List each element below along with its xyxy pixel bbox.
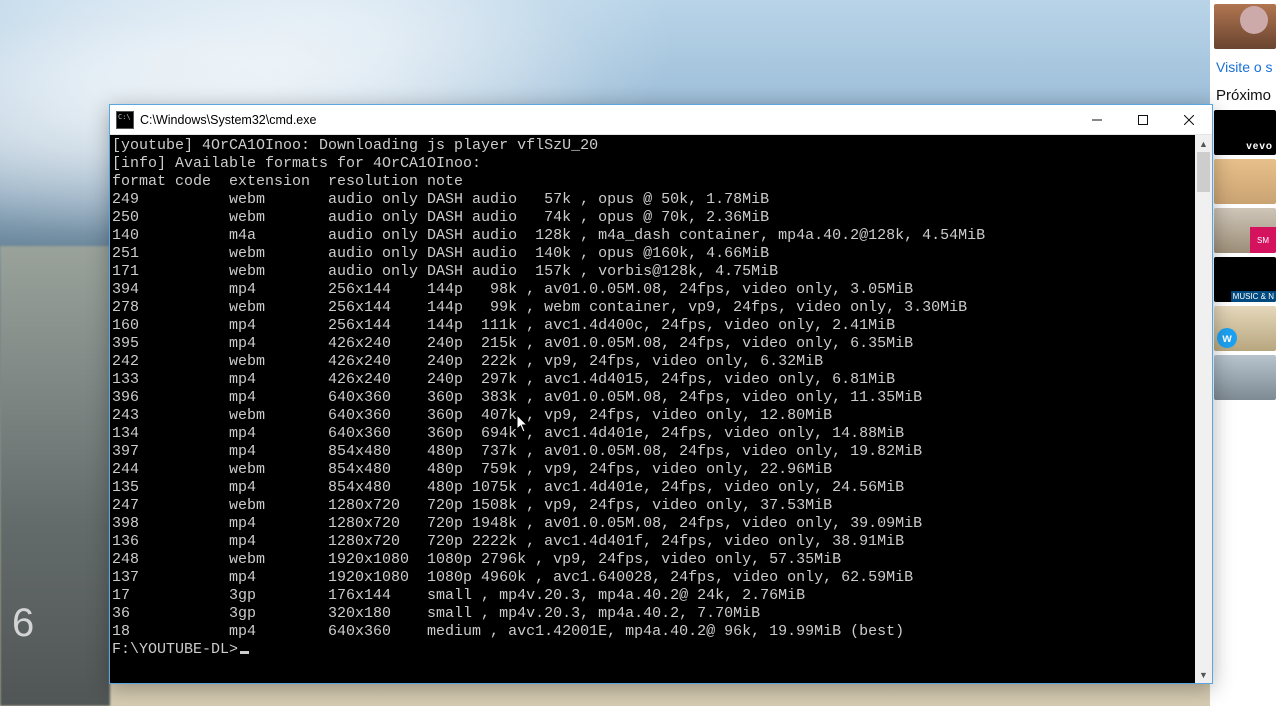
thumbnail[interactable] — [1214, 4, 1276, 49]
terminal-line: 244 webm 854x480 480p 759k , vp9, 24fps,… — [112, 461, 1195, 479]
minimize-icon — [1092, 115, 1102, 125]
terminal-line: format code extension resolution note — [112, 173, 1195, 191]
scroll-up-button[interactable]: ▲ — [1195, 135, 1212, 152]
terminal-line: [youtube] 4OrCA1OInoo: Downloading js pl… — [112, 137, 1195, 155]
smtown-badge: SM — [1250, 227, 1276, 253]
scroll-track[interactable] — [1195, 152, 1212, 666]
thumbnail[interactable] — [1214, 355, 1276, 400]
terminal-line: 278 webm 256x144 144p 99k , webm contain… — [112, 299, 1195, 317]
cursor-caret — [240, 651, 249, 654]
terminal-line: 397 mp4 854x480 480p 737k , av01.0.05M.0… — [112, 443, 1195, 461]
terminal-line: 251 webm audio only DASH audio 140k , op… — [112, 245, 1195, 263]
terminal-line: 136 mp4 1280x720 720p 2222k , avc1.4d401… — [112, 533, 1195, 551]
terminal-line: 160 mp4 256x144 144p 111k , avc1.4d400c,… — [112, 317, 1195, 335]
maximize-button[interactable] — [1120, 105, 1166, 134]
terminal-line: 396 mp4 640x360 360p 383k , av01.0.05M.0… — [112, 389, 1195, 407]
sidebar-recommendations: Visite o s Próximo vevo SM MUSIC & N w — [1210, 0, 1280, 706]
terminal-line: 36 3gp 320x180 small , mp4v.20.3, mp4a.4… — [112, 605, 1195, 623]
terminal-output[interactable]: [youtube] 4OrCA1OInoo: Downloading js pl… — [110, 135, 1195, 683]
terminal-line: [info] Available formats for 4OrCA1OInoo… — [112, 155, 1195, 173]
w-badge-icon: w — [1217, 328, 1237, 348]
terminal-line: 248 webm 1920x1080 1080p 2796k , vp9, 24… — [112, 551, 1195, 569]
scrollbar[interactable]: ▲ ▼ — [1195, 135, 1212, 683]
vevo-badge: vevo — [1246, 141, 1273, 152]
terminal-line: 242 webm 426x240 240p 222k , vp9, 24fps,… — [112, 353, 1195, 371]
thumbnail[interactable]: SM — [1214, 208, 1276, 253]
cmd-icon — [116, 111, 134, 129]
scroll-down-button[interactable]: ▼ — [1195, 666, 1212, 683]
terminal-line: 249 webm audio only DASH audio 57k , opu… — [112, 191, 1195, 209]
close-button[interactable] — [1166, 105, 1212, 134]
window-title: C:\Windows\System32\cmd.exe — [140, 113, 1074, 127]
music-n-badge: MUSIC & N — [1231, 291, 1276, 302]
terminal-line: 171 webm audio only DASH audio 157k , vo… — [112, 263, 1195, 281]
scroll-thumb[interactable] — [1197, 152, 1210, 192]
avatar — [1240, 6, 1268, 34]
terminal-line: 18 mp4 640x360 medium , avc1.42001E, mp4… — [112, 623, 1195, 641]
next-label: Próximo — [1216, 87, 1280, 104]
terminal-line: 243 webm 640x360 360p 407k , vp9, 24fps,… — [112, 407, 1195, 425]
thumbnail[interactable] — [1214, 159, 1276, 204]
minimize-button[interactable] — [1074, 105, 1120, 134]
titlebar[interactable]: C:\Windows\System32\cmd.exe — [110, 105, 1212, 135]
visit-link[interactable]: Visite o s — [1216, 59, 1280, 75]
terminal-line: 250 webm audio only DASH audio 74k , opu… — [112, 209, 1195, 227]
terminal-line: 134 mp4 640x360 360p 694k , avc1.4d401e,… — [112, 425, 1195, 443]
terminal-line: 398 mp4 1280x720 720p 1948k , av01.0.05M… — [112, 515, 1195, 533]
terminal-line: 133 mp4 426x240 240p 297k , avc1.4d4015,… — [112, 371, 1195, 389]
thumbnail[interactable]: MUSIC & N — [1214, 257, 1276, 302]
cmd-window: C:\Windows\System32\cmd.exe [youtube] 4O… — [109, 104, 1213, 684]
terminal-line: 247 webm 1280x720 720p 1508k , vp9, 24fp… — [112, 497, 1195, 515]
wallpaper-overlay-text: 6 — [12, 601, 34, 646]
terminal-line: 394 mp4 256x144 144p 98k , av01.0.05M.08… — [112, 281, 1195, 299]
terminal-line: 395 mp4 426x240 240p 215k , av01.0.05M.0… — [112, 335, 1195, 353]
close-icon — [1184, 115, 1194, 125]
terminal-line: 140 m4a audio only DASH audio 128k , m4a… — [112, 227, 1195, 245]
terminal-line: 17 3gp 176x144 small , mp4v.20.3, mp4a.4… — [112, 587, 1195, 605]
terminal-line: 137 mp4 1920x1080 1080p 4960k , avc1.640… — [112, 569, 1195, 587]
terminal-line: F:\YOUTUBE-DL> — [112, 641, 1195, 659]
thumbnail[interactable]: w — [1214, 306, 1276, 351]
maximize-icon — [1138, 115, 1148, 125]
thumbnail[interactable]: vevo — [1214, 110, 1276, 155]
terminal-line: 135 mp4 854x480 480p 1075k , avc1.4d401e… — [112, 479, 1195, 497]
